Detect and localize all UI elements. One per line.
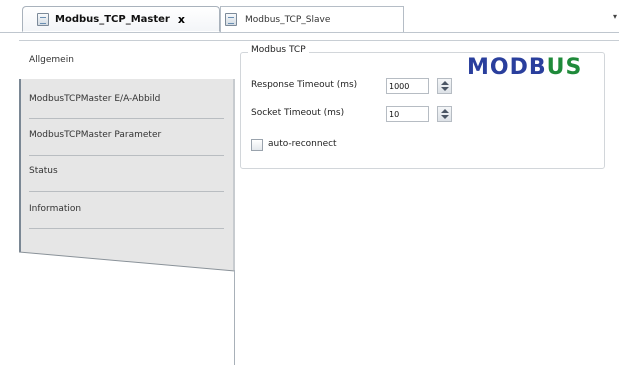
device-document-icon: [37, 12, 49, 26]
spin-down-icon[interactable]: [441, 87, 449, 91]
response-timeout-input[interactable]: 1000: [386, 78, 429, 94]
nav-item-information[interactable]: Information: [19, 190, 233, 228]
response-timeout-label: Response Timeout (ms): [251, 80, 358, 90]
nav-item-status[interactable]: Status: [19, 152, 233, 190]
close-tab-button[interactable]: x: [178, 13, 185, 26]
modbus-logo-part1: MODB: [467, 55, 547, 80]
response-timeout-stepper[interactable]: [437, 78, 452, 94]
nav-divider: [29, 228, 224, 229]
groupbox-title: Modbus TCP: [248, 45, 309, 55]
nav-item-io-mapping[interactable]: ModbusTCPMaster E/A-Abbild: [19, 80, 233, 118]
nav-item-allgemein[interactable]: Allgemein: [19, 41, 233, 79]
tab-modbus-tcp-master[interactable]: Modbus_TCP_Master x: [22, 6, 220, 32]
socket-timeout-input[interactable]: 10: [386, 106, 429, 122]
auto-reconnect-checkbox[interactable]: [251, 139, 263, 151]
socket-timeout-label: Socket Timeout (ms): [251, 108, 345, 118]
tab-label: Modbus_TCP_Master: [55, 13, 170, 25]
modbus-logo-part2: US: [546, 55, 583, 80]
tab-modbus-tcp-slave[interactable]: Modbus_TCP_Slave: [220, 6, 404, 32]
tab-list-dropdown-icon[interactable]: ▾: [613, 12, 617, 21]
spin-down-icon[interactable]: [441, 115, 449, 119]
content-panel-left-border: [234, 270, 235, 365]
editor-tab-bar: Modbus_TCP_Master x Modbus_TCP_Slave ▾: [0, 0, 619, 33]
device-document-icon: [225, 13, 237, 26]
nav-item-parameter[interactable]: ModbusTCPMaster Parameter: [19, 116, 233, 154]
tab-label: Modbus_TCP_Slave: [245, 14, 331, 25]
spin-up-icon[interactable]: [441, 81, 449, 85]
editor-side-navigation: Allgemein ModbusTCPMaster E/A-Abbild Mod…: [19, 41, 235, 281]
tab-bar-divider: [0, 32, 619, 33]
spin-up-icon[interactable]: [441, 109, 449, 113]
auto-reconnect-label: auto-reconnect: [268, 139, 337, 149]
modbus-logo: MODBUS: [467, 55, 582, 81]
socket-timeout-stepper[interactable]: [437, 106, 452, 122]
